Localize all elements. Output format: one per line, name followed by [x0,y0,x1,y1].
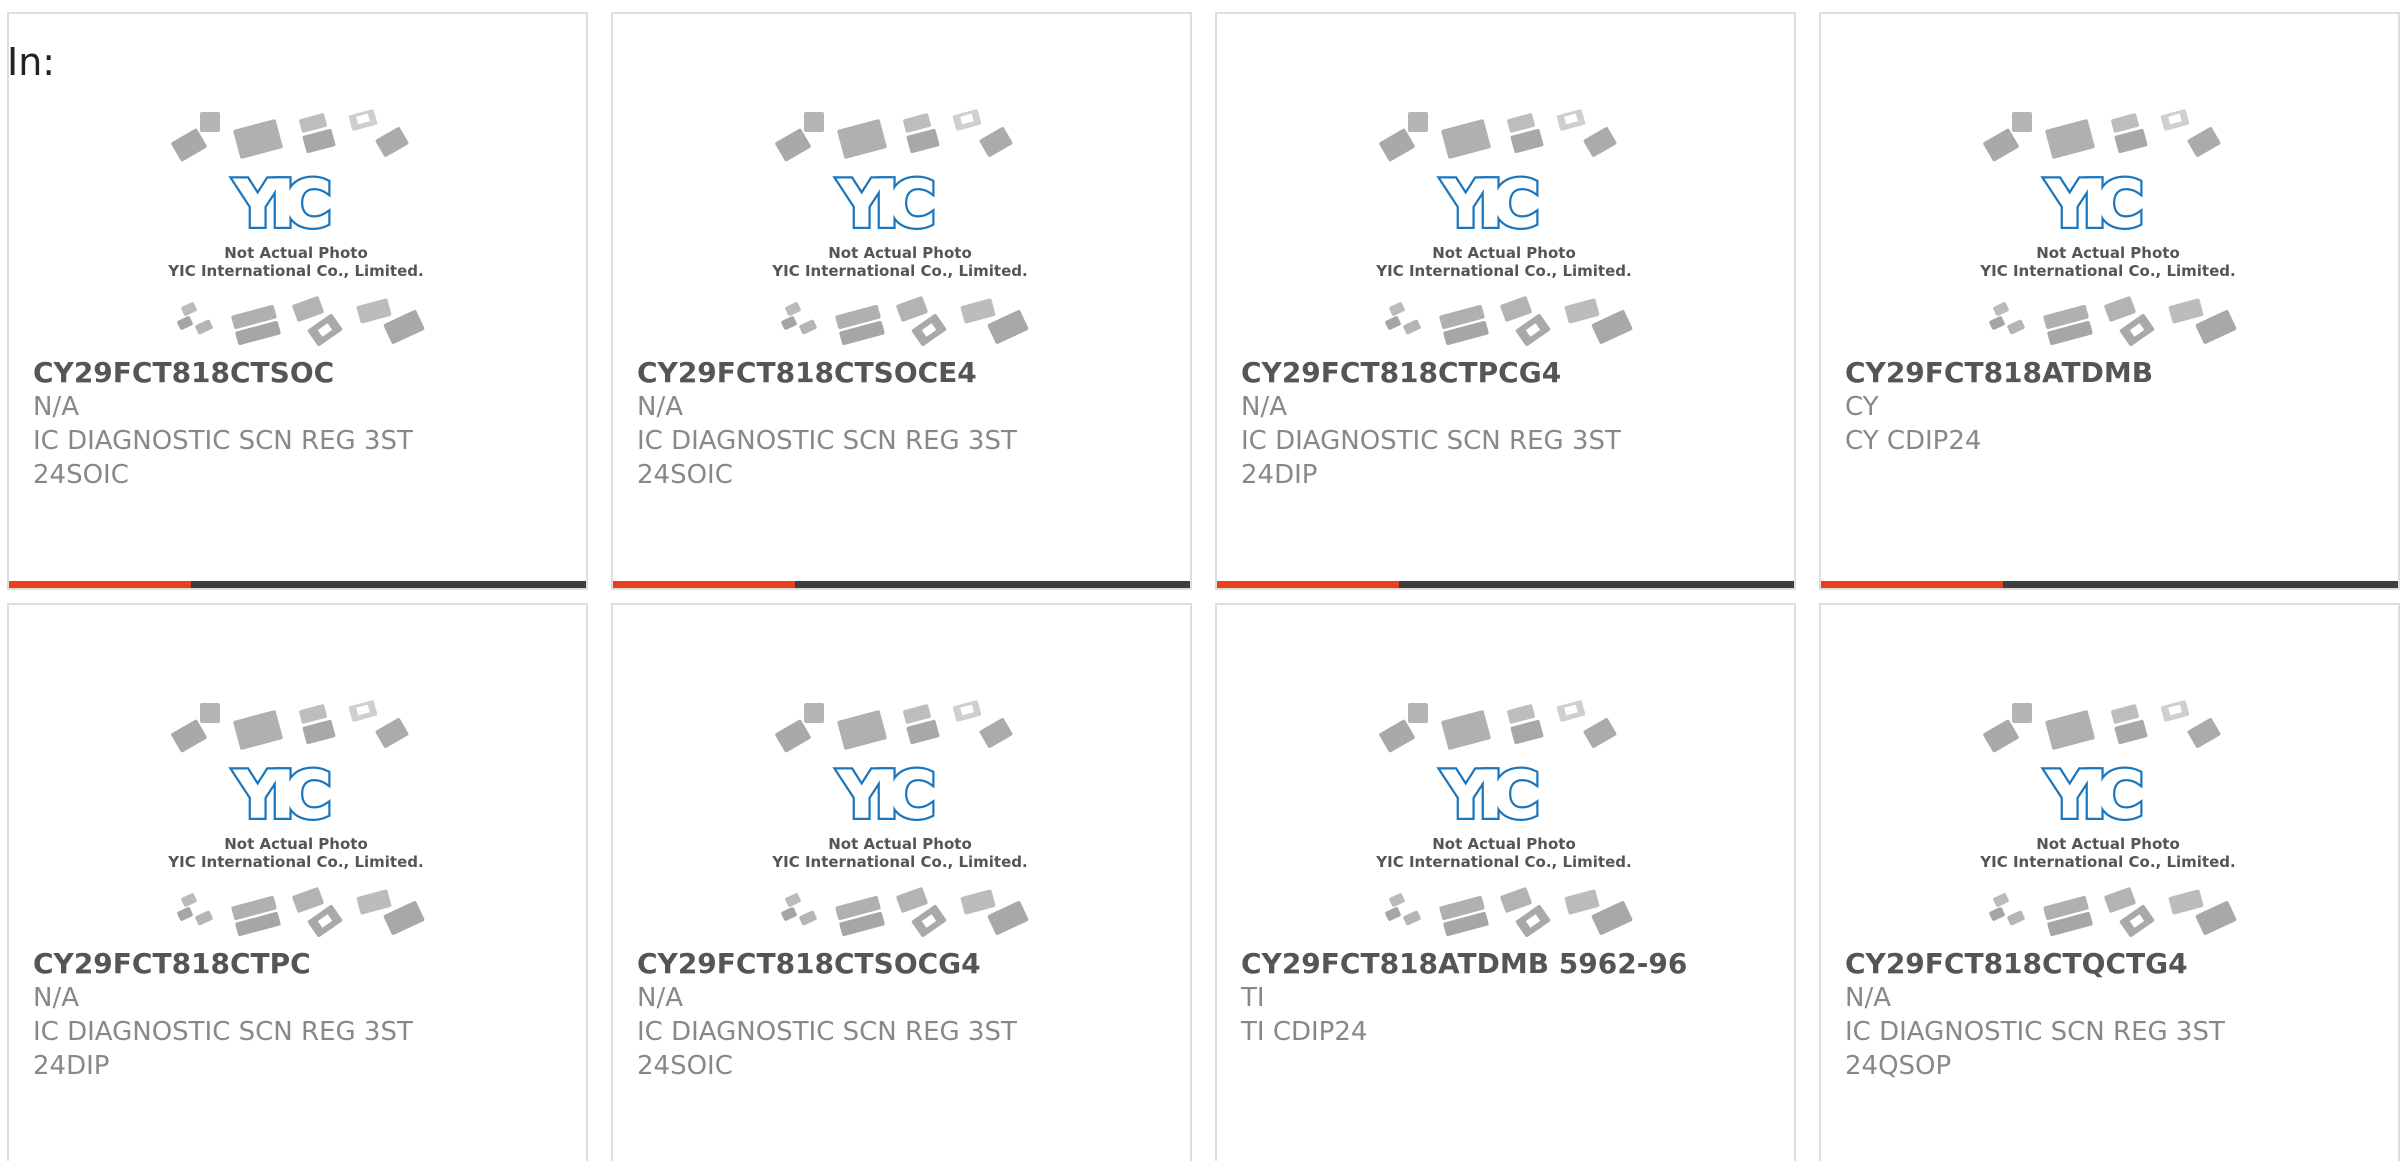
description: IC DIAGNOSTIC SCN REG 3ST [1241,426,1621,456]
manufacturer: N/A [637,392,683,422]
svg-text:YIC: YIC [2045,168,2139,242]
product-info: CY29FCT818CTPCG4 N/A IC DIAGNOSTIC SCN R… [1241,356,1782,492]
caption-line1: Not Actual Photo [224,835,368,853]
placeholder-image: YIC YIC Not Actual Photo YIC International … [1976,693,2246,943]
manufacturer: N/A [1845,983,1891,1013]
product-info: CY29FCT818CTSOCE4 N/A IC DIAGNOSTIC SCN … [637,356,1178,492]
product-info: CY29FCT818CTQCTG4 N/A IC DIAGNOSTIC SCN … [1845,947,2386,1083]
svg-text:YIC: YIC [1441,168,1535,242]
caption-line1: Not Actual Photo [828,835,972,853]
part-number[interactable]: CY29FCT818CTPC [33,947,574,981]
svg-text:YIC: YIC [2045,759,2139,833]
product-card[interactable]: YIC YIC Not Actual Photo YIC International … [1819,603,2400,1161]
caption-line2: YIC International Co., Limited. [167,262,423,280]
package: 24DIP [33,1051,110,1081]
manufacturer: N/A [637,983,683,1013]
svg-text:YIC: YIC [1441,759,1535,833]
part-number[interactable]: CY29FCT818CTSOCG4 [637,947,1178,981]
card-bottom-bar [9,581,586,588]
part-number[interactable]: CY29FCT818CTSOCE4 [637,356,1178,390]
placeholder-image: YIC YIC Not Actual Photo YIC International … [1976,102,2246,352]
description: IC DIAGNOSTIC SCN REG 3ST [637,426,1017,456]
product-info: CY29FCT818CTSOC N/A IC DIAGNOSTIC SCN RE… [33,356,574,492]
manufacturer: CY [1845,392,1879,422]
svg-text:YIC: YIC [837,759,931,833]
svg-text:YIC: YIC [233,759,327,833]
product-info: CY29FCT818ATDMB CY CY CDIP24 [1845,356,2386,458]
part-number[interactable]: CY29FCT818CTSOC [33,356,574,390]
caption-line1: Not Actual Photo [1432,244,1576,262]
product-grid: YIC YIC Not Actual Photo YIC International … [7,12,2400,1161]
part-number[interactable]: CY29FCT818ATDMB [1845,356,2386,390]
part-number[interactable]: CY29FCT818CTPCG4 [1241,356,1782,390]
product-info: CY29FCT818ATDMB 5962-96 TI TI CDIP24 [1241,947,1782,1049]
caption-line2: YIC International Co., Limited. [1375,262,1631,280]
placeholder-image: YIC YIC Not Actual Photo YIC International … [1372,102,1642,352]
caption-line1: Not Actual Photo [2036,244,2180,262]
svg-text:YIC: YIC [233,168,327,242]
package: 24SOIC [637,460,733,490]
part-number[interactable]: CY29FCT818ATDMB 5962-96 [1241,947,1782,981]
card-accent [613,581,795,588]
package: 24DIP [1241,460,1318,490]
product-info: CY29FCT818CTPC N/A IC DIAGNOSTIC SCN REG… [33,947,574,1083]
product-card[interactable]: YIC YIC Not Actual Photo YIC International … [7,603,588,1161]
product-card[interactable]: YIC YIC Not Actual Photo YIC International … [1215,603,1796,1161]
description: CY CDIP24 [1845,426,1982,456]
caption-line1: Not Actual Photo [1432,835,1576,853]
manufacturer: N/A [33,983,79,1013]
card-accent [9,581,191,588]
caption-line2: YIC International Co., Limited. [1375,853,1631,871]
card-accent [1217,581,1399,588]
product-card[interactable]: YIC YIC Not Actual Photo YIC International … [1819,12,2400,590]
caption-line1: Not Actual Photo [828,244,972,262]
placeholder-image: YIC YIC Not Actual Photo YIC International … [164,102,434,352]
placeholder-image: YIC YIC Not Actual Photo YIC International … [1372,693,1642,943]
placeholder-image: YIC YIC Not Actual Photo YIC International … [768,693,1038,943]
product-card[interactable]: YIC YIC Not Actual Photo YIC International … [1215,12,1796,590]
card-bottom-bar [1217,581,1794,588]
placeholder-image: YIC YIC Not Actual Photo YIC International … [768,102,1038,352]
product-card[interactable]: YIC YIC Not Actual Photo YIC International … [611,603,1192,1161]
description: TI CDIP24 [1241,1017,1368,1047]
description: IC DIAGNOSTIC SCN REG 3ST [637,1017,1017,1047]
caption-line2: YIC International Co., Limited. [1979,262,2235,280]
caption-line2: YIC International Co., Limited. [1979,853,2235,871]
manufacturer: N/A [33,392,79,422]
description: IC DIAGNOSTIC SCN REG 3ST [1845,1017,2225,1047]
part-number[interactable]: CY29FCT818CTQCTG4 [1845,947,2386,981]
caption-line1: Not Actual Photo [2036,835,2180,853]
page: In: YIC YIC Not Actual Photo YIC Internatio… [0,0,2400,1161]
card-bottom-bar [1821,581,2398,588]
package: 24SOIC [637,1051,733,1081]
product-info: CY29FCT818CTSOCG4 N/A IC DIAGNOSTIC SCN … [637,947,1178,1083]
placeholder-image: YIC YIC Not Actual Photo YIC International … [164,693,434,943]
card-accent [1821,581,2003,588]
manufacturer: TI [1241,983,1265,1013]
filter-label: In: [7,40,56,84]
description: IC DIAGNOSTIC SCN REG 3ST [33,1017,413,1047]
caption-line2: YIC International Co., Limited. [167,853,423,871]
caption-line2: YIC International Co., Limited. [771,853,1027,871]
product-card[interactable]: YIC YIC Not Actual Photo YIC International … [7,12,588,590]
product-card[interactable]: YIC YIC Not Actual Photo YIC International … [611,12,1192,590]
caption-line2: YIC International Co., Limited. [771,262,1027,280]
svg-text:YIC: YIC [837,168,931,242]
package: 24QSOP [1845,1051,1952,1081]
description: IC DIAGNOSTIC SCN REG 3ST [33,426,413,456]
manufacturer: N/A [1241,392,1287,422]
caption-line1: Not Actual Photo [224,244,368,262]
package: 24SOIC [33,460,129,490]
card-bottom-bar [613,581,1190,588]
